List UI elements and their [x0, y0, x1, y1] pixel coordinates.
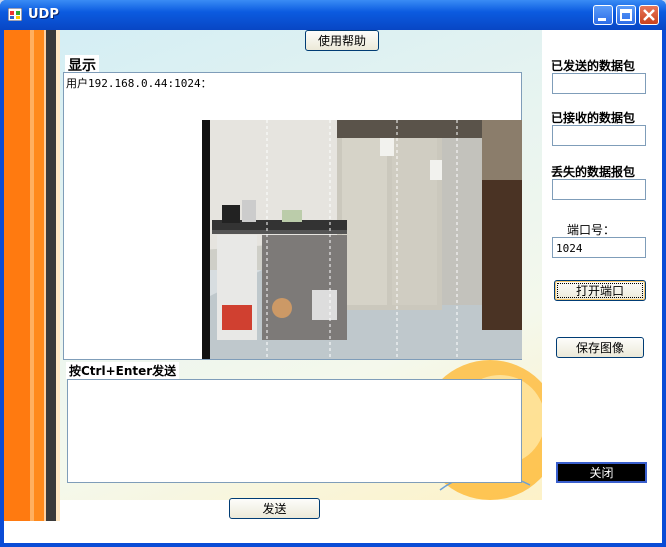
maximize-button[interactable]: [616, 5, 636, 25]
minimize-button[interactable]: [593, 5, 613, 25]
sent-packets-field[interactable]: [552, 73, 646, 94]
save-image-button[interactable]: 保存图像: [556, 337, 644, 358]
maximize-icon: [620, 9, 632, 21]
received-image: [202, 120, 522, 359]
decorative-stripes: [4, 30, 60, 521]
client-area: 使用帮助 显示 用户192.168.0.44:1024： 按Ctrl+Enter…: [4, 30, 662, 543]
window-title: UDP: [28, 7, 59, 22]
open-port-button[interactable]: 打开端口: [554, 280, 646, 301]
sent-packets-label: 已发送的数据包: [551, 59, 636, 73]
send-area-label: 按Ctrl+Enter发送: [66, 362, 180, 379]
close-window-button[interactable]: [639, 5, 659, 25]
app-window: UDP 使用帮助 显示 用户192.168.0.44:1024： 按Ctrl+E…: [0, 0, 666, 547]
port-field[interactable]: 1024: [552, 237, 646, 258]
port-label: 端口号：: [567, 223, 616, 237]
send-button[interactable]: 发送: [229, 498, 320, 519]
close-icon: [643, 9, 655, 21]
title-bar[interactable]: UDP: [0, 0, 666, 30]
app-icon: [8, 8, 22, 21]
display-line: 用户192.168.0.44:1024：: [66, 77, 212, 90]
close-button[interactable]: 关闭: [556, 462, 647, 483]
lost-packets-field[interactable]: [552, 179, 646, 200]
lost-packets-label: 丢失的数据报包: [551, 165, 636, 179]
camera-photo: [202, 120, 522, 359]
received-packets-label: 已接收的数据包: [551, 111, 636, 125]
send-textarea[interactable]: [67, 379, 522, 483]
help-button[interactable]: 使用帮助: [305, 30, 379, 51]
received-packets-field[interactable]: [552, 125, 646, 146]
minimize-icon: [598, 18, 606, 21]
